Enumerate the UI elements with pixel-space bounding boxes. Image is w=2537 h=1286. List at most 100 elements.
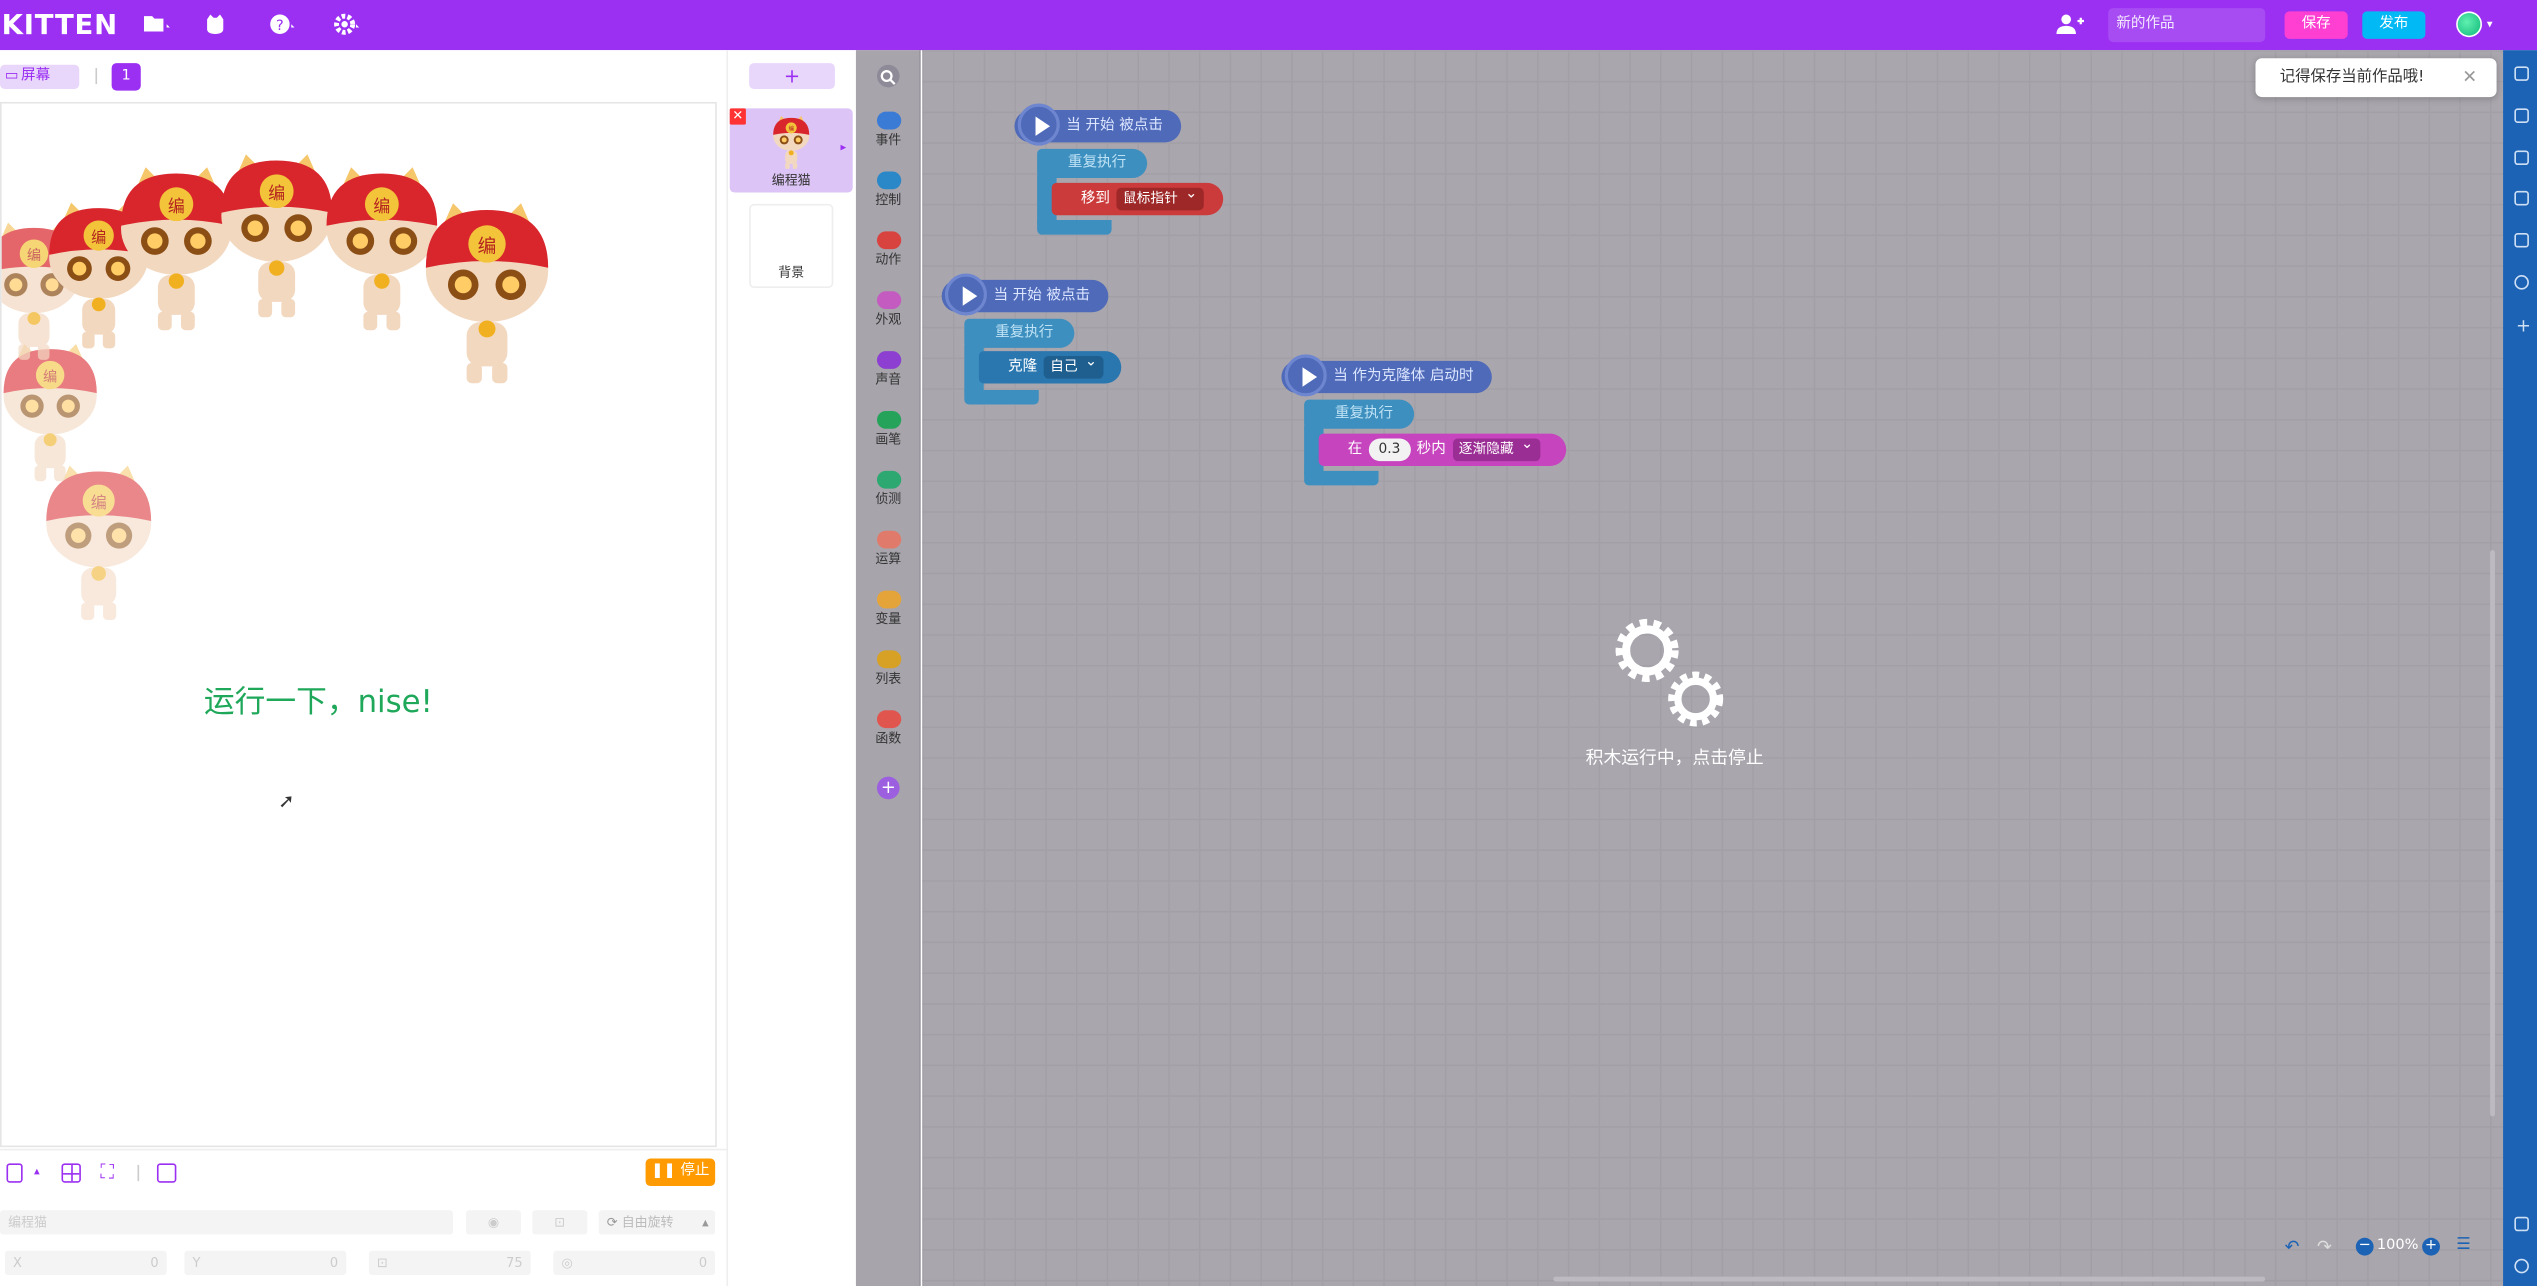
sprite-properties: 编程猫 ◉ ⊡ ⟳ 自由旋转 ▴ X 0 Y 0 ⊡ 75 ◎ 0 (0, 1198, 727, 1286)
when-start-clicked-block[interactable]: 当 开始 被点击 (941, 273, 1109, 316)
category-10[interactable]: 函数 (856, 710, 921, 747)
category-1[interactable]: 控制 (856, 171, 921, 209)
category-3[interactable]: 外观 (856, 291, 921, 328)
move-to-block[interactable]: 移到 鼠标指针 (1051, 182, 1224, 216)
category-icon (876, 410, 901, 429)
gear-icon[interactable] (2514, 1258, 2529, 1274)
screen-icon: ▭ (4, 67, 19, 85)
clone-block[interactable]: 克隆 自己 (978, 351, 1122, 384)
category-icon (876, 231, 901, 250)
rotation-mode-select[interactable]: ⟳ 自由旋转 ▴ (598, 1210, 716, 1235)
help-icon[interactable]: ? (269, 13, 298, 37)
phone-icon[interactable] (6, 1163, 23, 1183)
chart-icon[interactable] (2514, 232, 2529, 248)
add-extension-icon[interactable]: + (876, 776, 900, 800)
category-5[interactable]: 画笔 (856, 410, 921, 448)
block-label: 在 (1347, 441, 1363, 458)
target-dropdown[interactable]: 鼠标指针 (1116, 183, 1204, 211)
fullscreen-icon[interactable]: ⛶ (100, 1160, 114, 1184)
category-4[interactable]: 声音 (856, 351, 921, 388)
loop-label: 重复执行 (1067, 155, 1127, 172)
zoom-out-icon[interactable]: − (2355, 1237, 2374, 1256)
direction-field[interactable]: ◎ 0 (553, 1250, 716, 1275)
y-position-field[interactable]: Y 0 (184, 1250, 347, 1275)
stage-header (0, 50, 727, 102)
when-clone-starts-block[interactable]: 当 作为克隆体 启动时 (1281, 354, 1492, 397)
bell-icon[interactable] (2514, 275, 2529, 290)
search-icon[interactable] (876, 64, 900, 88)
close-icon[interactable]: ✕ (2462, 58, 2477, 97)
pause-icon: ❚❚ (651, 1163, 676, 1180)
size-value: 75 (506, 1255, 523, 1271)
redo-icon[interactable]: ↷ (2317, 1236, 2332, 1257)
category-label: 列表 (875, 671, 902, 687)
delete-icon[interactable]: ✕ (729, 108, 746, 125)
category-7[interactable]: 运算 (856, 530, 921, 568)
avatar[interactable] (2456, 11, 2483, 38)
background-item[interactable]: 背景 (749, 203, 834, 289)
grid-icon[interactable] (61, 1163, 81, 1183)
align-blocks-icon[interactable]: ☰ (2456, 1236, 2471, 1254)
chevron-down-icon[interactable]: ▾ (2487, 18, 2493, 31)
top-bar: KITTEN ? 新的作品 保存 发布 ▾ (0, 0, 2537, 51)
zoom-in-icon[interactable]: + (2422, 1237, 2440, 1256)
x-position-field[interactable]: X 0 (4, 1250, 167, 1275)
category-6[interactable]: 侦测 (856, 470, 921, 508)
repeat-forever-block[interactable]: 重复执行 (1037, 148, 1148, 178)
terminal-icon[interactable] (2514, 1216, 2529, 1232)
tag-icon[interactable] (2514, 66, 2529, 81)
category-8[interactable]: 变量 (856, 590, 921, 628)
effect-dropdown[interactable]: 逐渐隐藏 (1452, 434, 1540, 462)
app-logo: KITTEN (1, 9, 118, 43)
vertical-scrollbar[interactable] (2490, 550, 2495, 1117)
add-icon[interactable]: + (2516, 316, 2531, 337)
repeat-forever-block[interactable]: 重复执行 (964, 318, 1075, 348)
category-0[interactable]: 事件 (856, 111, 921, 149)
save-button[interactable]: 保存 (2284, 11, 2348, 39)
category-2[interactable]: 动作 (856, 231, 921, 268)
users-icon[interactable] (2514, 150, 2529, 166)
chevron-right-icon[interactable]: ▸ (841, 141, 847, 154)
fade-out-block[interactable]: 在 0.3 秒内 逐渐隐藏 (1318, 434, 1567, 466)
category-icon (876, 171, 901, 190)
book-icon[interactable] (2514, 190, 2529, 206)
screen-number-tab[interactable]: 1 (111, 63, 141, 91)
stop-button[interactable]: ❚❚ 停止 (645, 1158, 716, 1186)
rotation-label: 自由旋转 (621, 1215, 674, 1230)
category-label: 变量 (875, 611, 902, 627)
sprite-item[interactable]: ✕ ▸ 编程猫 (729, 108, 853, 193)
toolbox-icon[interactable] (2514, 108, 2529, 123)
size-field[interactable]: ⊡ 75 (368, 1250, 531, 1275)
publish-button[interactable]: 发布 (2362, 11, 2426, 39)
stage-toolbar: ▴ ⛶ (0, 1148, 727, 1198)
undo-icon[interactable]: ↶ (2285, 1236, 2300, 1257)
add-collaborator-icon[interactable] (2055, 13, 2084, 37)
folder-icon[interactable] (142, 13, 171, 37)
clone-target-dropdown[interactable]: 自己 (1043, 351, 1104, 379)
chevron-up-icon[interactable]: ▴ (34, 1165, 40, 1178)
project-name-input[interactable]: 新的作品 (2108, 8, 2266, 43)
settings-icon[interactable] (333, 13, 362, 37)
horizontal-scrollbar[interactable] (1553, 1276, 2266, 1282)
record-icon[interactable] (156, 1163, 177, 1183)
svg-text:?: ? (276, 17, 284, 34)
stage-canvas[interactable]: 编 运行一下，nise! ➚ (0, 101, 717, 1148)
play-icon (1017, 103, 1060, 146)
running-status[interactable]: 积木运行中，点击停止 (1586, 744, 1764, 770)
y-value: 0 (329, 1255, 339, 1271)
chevron-up-icon: ▴ (702, 1215, 709, 1230)
sprite-name-input[interactable]: 编程猫 (0, 1210, 454, 1235)
add-sprite-button[interactable]: + (749, 63, 835, 89)
lock-icon[interactable]: ⊡ (532, 1210, 588, 1235)
screen-tab[interactable]: ▭ 屏幕 (0, 64, 80, 89)
loop-foot (1037, 220, 1112, 235)
seconds-input[interactable]: 0.3 (1368, 438, 1411, 462)
visibility-eye-icon[interactable]: ◉ (465, 1210, 521, 1235)
when-start-clicked-block[interactable]: 当 开始 被点击 (1014, 103, 1182, 146)
repeat-forever-block[interactable]: 重复执行 (1304, 399, 1415, 429)
cat-icon[interactable] (204, 13, 233, 37)
hat-label: 当 作为克隆体 启动时 (1333, 368, 1474, 386)
category-9[interactable]: 列表 (856, 650, 921, 687)
block-label: 秒内 (1416, 441, 1446, 458)
hat-label: 当 开始 被点击 (993, 288, 1091, 305)
